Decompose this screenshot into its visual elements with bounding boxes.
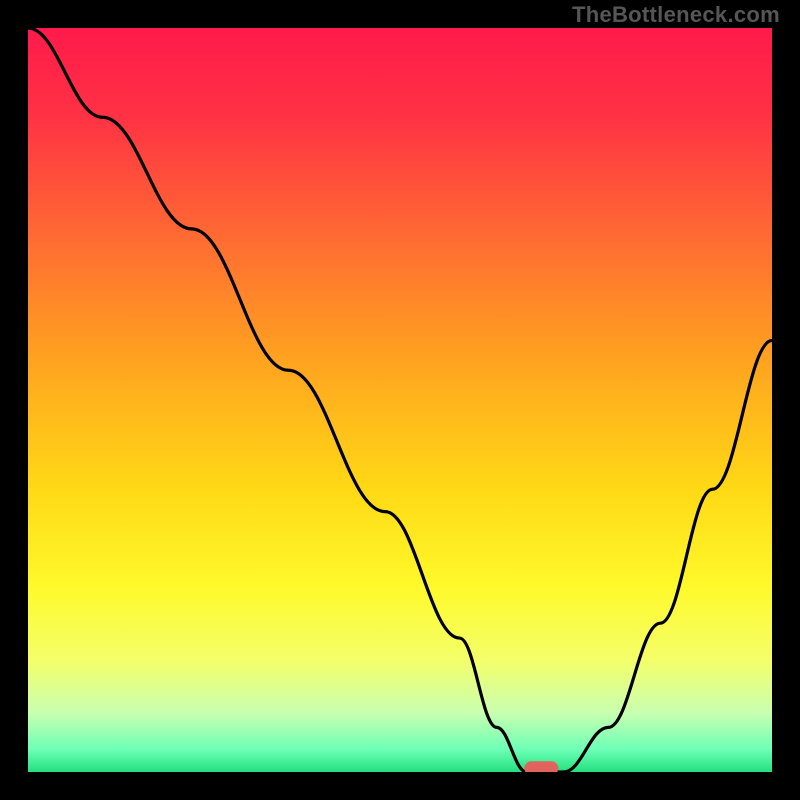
watermark-label: TheBottleneck.com [572,2,780,28]
bottleneck-chart [0,0,800,800]
optimal-marker [524,761,558,775]
plot-background [28,28,772,772]
chart-frame: TheBottleneck.com [0,0,800,800]
